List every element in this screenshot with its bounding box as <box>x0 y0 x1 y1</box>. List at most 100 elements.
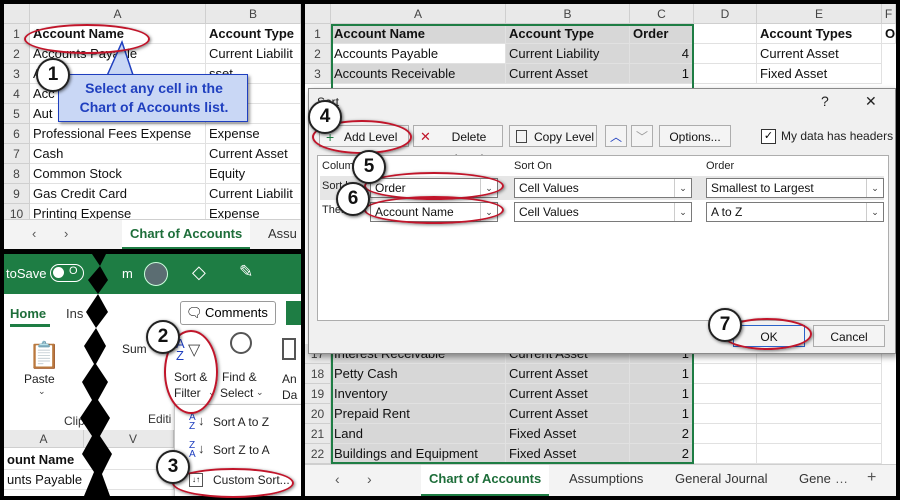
cell[interactable] <box>694 24 757 44</box>
table-cell[interactable] <box>757 404 882 424</box>
row-header[interactable]: 8 <box>4 164 30 184</box>
row-header[interactable]: 1 <box>305 24 331 44</box>
table-cell[interactable] <box>694 404 757 424</box>
column-header-b[interactable]: B <box>206 4 301 24</box>
column-header-f[interactable]: F <box>882 4 896 24</box>
more-tabs-icon[interactable]: … <box>835 471 848 486</box>
table-cell-account-name[interactable]: Land <box>331 424 506 444</box>
table-cell-account-name[interactable]: Accounts Receivable <box>331 64 506 84</box>
header-cell-account-type[interactable]: Account Type <box>506 24 630 44</box>
table-cell-account-name[interactable]: Cash <box>30 144 206 164</box>
tab-home[interactable]: Home <box>10 306 46 321</box>
row-header[interactable]: 22 <box>305 444 331 464</box>
table-cell-account-name[interactable]: Gas Credit Card <box>30 184 206 204</box>
table-cell-account-type[interactable]: Current Liability <box>506 44 630 64</box>
column-header-e[interactable]: E <box>757 4 882 24</box>
table-cell-order[interactable]: 1 <box>630 64 694 84</box>
menu-item-sort-z-to-a[interactable]: ZA ↓ Sort Z to A <box>175 439 301 463</box>
delete-level-button[interactable]: ✕ Delete Level <box>413 125 503 166</box>
column-header-b[interactable]: B <box>506 4 630 24</box>
column-header-c[interactable]: C <box>630 4 694 24</box>
table-cell-order[interactable]: 2 <box>630 444 694 464</box>
then-by-order-select[interactable]: A to Z ⌄ <box>706 202 884 222</box>
chevron-down-icon[interactable]: ⌄ <box>38 386 46 397</box>
row-header[interactable]: 3 <box>4 64 30 84</box>
row-header[interactable]: 7 <box>4 144 30 164</box>
column-header-a[interactable]: A <box>331 4 506 24</box>
table-cell[interactable] <box>757 424 882 444</box>
table-cell-order[interactable]: 1 <box>630 364 694 384</box>
cancel-button[interactable]: Cancel <box>813 325 885 347</box>
table-cell-account-type[interactable]: Fixed Asset <box>506 444 630 464</box>
analyze-label-2[interactable]: Da <box>282 388 297 402</box>
row-header[interactable]: 3 <box>305 64 331 84</box>
table-cell-order[interactable]: 1 <box>630 384 694 404</box>
table-cell-order[interactable]: 4 <box>630 44 694 64</box>
table-cell-account-type[interactable]: Account Type <box>206 24 301 44</box>
diamond-icon[interactable]: ◇ <box>192 262 206 283</box>
column-header-d[interactable]: D <box>694 4 757 24</box>
comments-button[interactable]: 🗨 Comments <box>180 301 276 325</box>
copy-level-button[interactable]: Copy Level <box>509 125 597 147</box>
header-cell-f[interactable]: O <box>882 24 896 44</box>
pen-icon[interactable]: ✎ <box>239 262 253 282</box>
table-cell-account-type[interactable]: Current Liabilit <box>206 44 301 64</box>
table-cell-account-type[interactable]: Fixed Asset <box>506 424 630 444</box>
table-cell[interactable] <box>757 364 882 384</box>
paste-label[interactable]: Paste <box>24 372 55 386</box>
analyze-data-icon[interactable] <box>282 338 296 360</box>
table-cell-account-type[interactable]: Current Asset <box>206 144 301 164</box>
help-icon[interactable]: ? <box>821 93 829 109</box>
tab-chart-of-accounts[interactable]: Chart of Accounts <box>421 465 550 496</box>
menu-item-sort-a-to-z[interactable]: AZ ↓ Sort A to Z <box>175 411 301 435</box>
table-cell-account-type[interactable]: Current Asset <box>506 64 630 84</box>
table-cell-account-name[interactable]: Accounts Payable <box>331 44 506 64</box>
row-header[interactable]: 18 <box>305 364 331 384</box>
tab-assumptions[interactable]: Assumptions <box>561 465 651 496</box>
scroll-right-icon[interactable]: › <box>367 471 372 487</box>
then-by-sort-on-select[interactable]: Cell Values ⌄ <box>514 202 692 222</box>
share-button[interactable] <box>286 301 301 325</box>
table-cell-account-type[interactable]: Current Asset <box>506 384 630 404</box>
table-cell-account-name[interactable]: Inventory <box>331 384 506 404</box>
my-data-has-headers-checkbox[interactable]: ✓ <box>761 129 776 144</box>
row-header[interactable]: 5 <box>4 104 30 124</box>
row-header[interactable]: 4 <box>4 84 30 104</box>
table-cell-account-name[interactable]: Professional Fees Expense <box>30 124 206 144</box>
row-header[interactable]: 2 <box>305 44 331 64</box>
tab-general-ledger[interactable]: Gene <box>791 465 839 496</box>
table-cell[interactable] <box>694 384 757 404</box>
table-cell[interactable] <box>694 444 757 464</box>
row-header[interactable]: 6 <box>4 124 30 144</box>
table-cell[interactable] <box>694 364 757 384</box>
close-icon[interactable]: ✕ <box>865 93 877 110</box>
row-header[interactable]: 20 <box>305 404 331 424</box>
analyze-label[interactable]: An <box>282 372 297 386</box>
paste-icon[interactable]: 📋 <box>28 340 60 371</box>
options-button[interactable]: Options... <box>659 125 731 147</box>
move-down-button[interactable]: ﹀ <box>631 125 653 147</box>
header-cell-order[interactable]: Order <box>630 24 694 44</box>
add-sheet-icon[interactable]: + <box>867 469 876 487</box>
table-cell-account-type[interactable]: Current Liabilit <box>206 184 301 204</box>
move-up-button[interactable]: ︿ <box>605 125 627 147</box>
tab-general-journal[interactable]: General Journal <box>667 465 776 496</box>
row-header[interactable]: 9 <box>4 184 30 204</box>
header-cell-account-types[interactable]: Account Types <box>757 24 882 44</box>
table-cell-account-type[interactable]: Current Asset <box>506 404 630 424</box>
table-cell-account-name[interactable]: Buildings and Equipment <box>331 444 506 464</box>
autosum-label[interactable]: Sum <box>122 342 147 356</box>
table-cell-order[interactable]: 1 <box>630 404 694 424</box>
table-cell-account-name[interactable]: Common Stock <box>30 164 206 184</box>
tab-chart-of-accounts[interactable]: Chart of Accounts <box>122 220 251 249</box>
table-cell-account-type[interactable]: Expense <box>206 124 301 144</box>
row-header[interactable]: 21 <box>305 424 331 444</box>
table-cell-account-types[interactable]: Fixed Asset <box>757 64 882 84</box>
header-cell-account-name[interactable]: Account Name <box>331 24 506 44</box>
row-header[interactable]: 19 <box>305 384 331 404</box>
table-cell-account-name[interactable]: Prepaid Rent <box>331 404 506 424</box>
table-cell[interactable] <box>757 444 882 464</box>
table-cell[interactable] <box>694 424 757 444</box>
table-cell[interactable] <box>694 44 757 64</box>
column-header-a[interactable]: A <box>30 4 206 24</box>
